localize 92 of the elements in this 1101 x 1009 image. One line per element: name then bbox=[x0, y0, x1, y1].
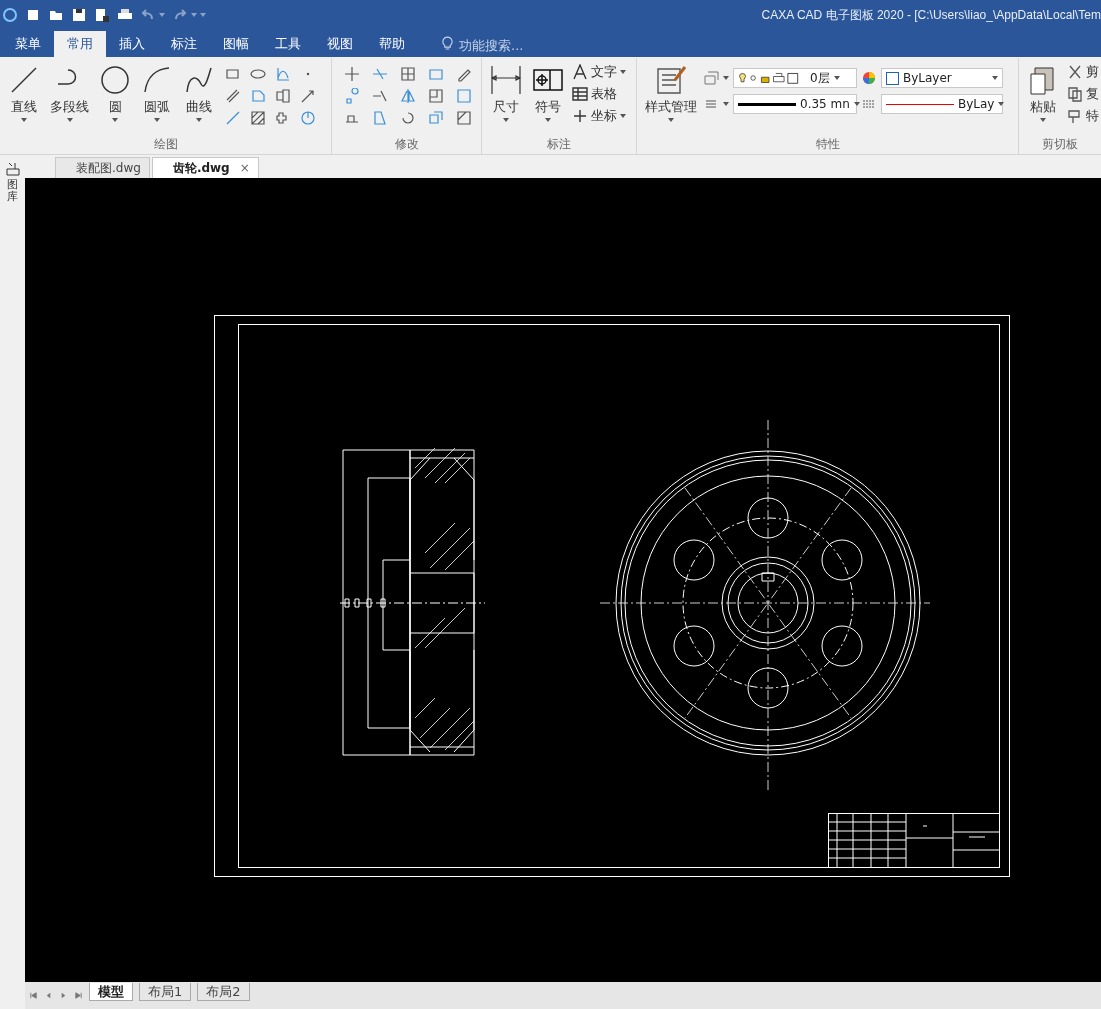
first-page-icon[interactable] bbox=[29, 991, 38, 1000]
ribbon-button[interactable]: 圆弧 bbox=[137, 62, 177, 124]
ribbon-tab[interactable]: 工具 bbox=[262, 31, 314, 57]
extend-icon[interactable] bbox=[372, 88, 388, 104]
dimension-icon bbox=[490, 64, 522, 96]
caret-icon[interactable] bbox=[723, 76, 729, 80]
caret-icon bbox=[545, 118, 551, 122]
ribbon-button[interactable]: 符号 bbox=[528, 62, 568, 124]
caret-icon bbox=[21, 118, 27, 122]
new-file-icon[interactable] bbox=[25, 7, 41, 23]
rotate-icon[interactable] bbox=[400, 110, 416, 126]
group-label: 剪切板 bbox=[1041, 136, 1079, 153]
layout-tab[interactable]: 布局2 bbox=[197, 982, 250, 1001]
side-panel-label[interactable]: 图库 bbox=[7, 179, 18, 204]
ribbon-button[interactable]: 尺寸 bbox=[486, 62, 526, 124]
caret-icon bbox=[196, 118, 202, 122]
color-dropdown[interactable]: ByLayer bbox=[881, 68, 1003, 88]
window-title: CAXA CAD 电子图板 2020 - [C:\Users\liao_\AppData\Local\Tem bbox=[761, 6, 1101, 24]
ribbon-tab[interactable]: 图幅 bbox=[210, 31, 262, 57]
format-painter-icon bbox=[1067, 108, 1083, 124]
document-tab[interactable]: 齿轮.dwg × bbox=[151, 157, 259, 178]
ribbon-button[interactable]: 剪 bbox=[1065, 62, 1101, 82]
scissors-icon bbox=[1067, 64, 1083, 80]
box-icon[interactable] bbox=[428, 110, 444, 126]
rectangle-icon[interactable] bbox=[225, 66, 241, 82]
ribbon-tab[interactable]: 视图 bbox=[314, 31, 366, 57]
paste-button[interactable]: 粘贴 bbox=[1023, 62, 1063, 124]
ribbon-button[interactable]: 表格 bbox=[570, 84, 628, 104]
table-icon bbox=[572, 86, 588, 102]
trim-icon[interactable] bbox=[372, 66, 388, 82]
caret-icon bbox=[112, 118, 118, 122]
panel-icon[interactable] bbox=[428, 88, 444, 104]
stretch-icon[interactable] bbox=[372, 110, 388, 126]
customize-caret-icon[interactable] bbox=[200, 13, 206, 17]
caret-icon[interactable] bbox=[191, 13, 197, 17]
ribbon-button[interactable]: 复 bbox=[1065, 84, 1101, 104]
library-icon[interactable] bbox=[4, 161, 21, 177]
ribbon-button[interactable]: 多段线 bbox=[46, 62, 93, 124]
caret-icon[interactable] bbox=[723, 102, 729, 106]
draw-tool-icon bbox=[99, 64, 131, 96]
move-icon[interactable] bbox=[344, 66, 360, 82]
layout-tab[interactable]: 模型 bbox=[89, 982, 133, 1001]
caret-icon bbox=[66, 118, 73, 122]
letter-a-icon bbox=[572, 64, 588, 80]
app-logo-icon[interactable] bbox=[2, 7, 18, 23]
document-tab[interactable]: 装配图.dwg bbox=[55, 157, 150, 178]
mirror-icon[interactable] bbox=[400, 88, 416, 104]
save-icon[interactable] bbox=[71, 7, 87, 23]
parallel-lines-icon[interactable] bbox=[225, 88, 241, 104]
caret-icon[interactable] bbox=[159, 13, 165, 17]
ribbon-tab[interactable]: 插入 bbox=[106, 31, 158, 57]
ribbon-tab[interactable]: 菜单 bbox=[2, 31, 54, 57]
line-type-dropdown[interactable]: ByLay bbox=[881, 94, 1003, 114]
document-brush-icon bbox=[655, 64, 687, 96]
ribbon-button[interactable]: 曲线 bbox=[179, 62, 219, 124]
layer-dropdown[interactable]: 0层 bbox=[733, 68, 857, 88]
color-wheel-icon[interactable] bbox=[861, 70, 877, 86]
ribbon-button[interactable]: 特 bbox=[1065, 106, 1101, 126]
hatch-icon[interactable] bbox=[250, 110, 266, 126]
group-label: 特性 bbox=[814, 136, 841, 153]
previous-icon[interactable] bbox=[44, 991, 53, 1000]
caret-icon bbox=[503, 118, 509, 122]
save-all-icon[interactable] bbox=[94, 7, 110, 23]
grid-icon[interactable] bbox=[400, 66, 416, 82]
layout-tab[interactable]: 布局1 bbox=[139, 982, 192, 1001]
group-label: 标注 bbox=[546, 136, 572, 153]
next-icon[interactable] bbox=[59, 991, 68, 1000]
copy-icon bbox=[1067, 86, 1083, 102]
group-label: 修改 bbox=[393, 136, 420, 153]
rectangle-icon[interactable] bbox=[428, 66, 444, 82]
dashed-square-icon[interactable] bbox=[456, 88, 472, 104]
ribbon-button[interactable]: 直线 bbox=[4, 62, 44, 124]
group-label: 绘图 bbox=[152, 136, 179, 153]
hatch-edit-icon[interactable] bbox=[456, 110, 472, 126]
ribbon-button[interactable]: 文字 bbox=[570, 62, 628, 82]
ribbon-tab[interactable]: 常用 bbox=[54, 31, 106, 57]
lightbulb-icon bbox=[442, 36, 453, 51]
ribbon-button[interactable]: 坐标 bbox=[570, 106, 628, 126]
close-tab-button[interactable]: × bbox=[239, 161, 250, 175]
caret-icon bbox=[154, 118, 160, 122]
ribbon-tab[interactable]: 帮助 bbox=[366, 31, 418, 57]
drawing-canvas[interactable] bbox=[25, 178, 1101, 982]
feature-search-field[interactable]: 功能搜索... bbox=[459, 33, 579, 57]
arrow-icon[interactable] bbox=[300, 88, 316, 104]
ribbon-tab[interactable]: 标注 bbox=[158, 31, 210, 57]
curve-axes-icon[interactable] bbox=[275, 66, 291, 82]
polygon-icon[interactable] bbox=[250, 88, 266, 104]
line-width-dropdown[interactable]: 0.35 mn bbox=[733, 94, 857, 114]
last-page-icon[interactable] bbox=[74, 991, 83, 1000]
ribbon-button[interactable]: 圆 bbox=[95, 62, 135, 124]
coordinate-icon bbox=[572, 108, 588, 124]
style-manager-button[interactable]: 样式管理 bbox=[641, 62, 701, 124]
